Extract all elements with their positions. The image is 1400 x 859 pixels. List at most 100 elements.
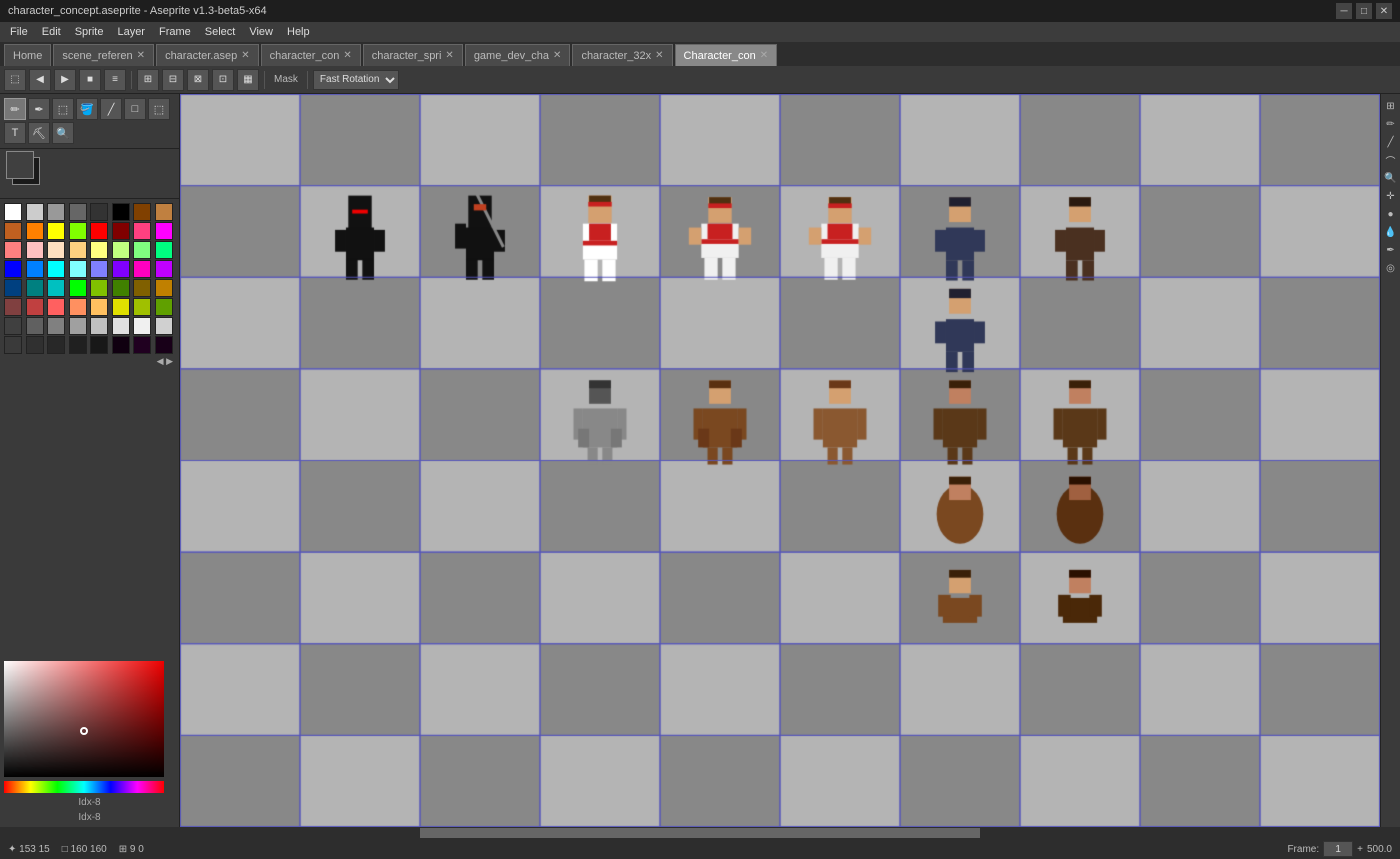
tab-char-con-close[interactable]: ✕ bbox=[343, 50, 351, 61]
palette-color-32[interactable] bbox=[4, 279, 22, 297]
palette-color-22[interactable] bbox=[133, 241, 151, 259]
palette-color-19[interactable] bbox=[69, 241, 87, 259]
right-tool-line[interactable]: ╱ bbox=[1383, 134, 1399, 150]
palette-color-24[interactable] bbox=[4, 260, 22, 278]
menu-file[interactable]: File bbox=[4, 23, 34, 41]
palette-color-10[interactable] bbox=[47, 222, 65, 240]
palette-color-12[interactable] bbox=[90, 222, 108, 240]
menu-select[interactable]: Select bbox=[199, 23, 242, 41]
tool-pick[interactable]: ⛏ bbox=[28, 122, 50, 144]
palette-color-31[interactable] bbox=[155, 260, 173, 278]
right-tool-drop[interactable]: 💧 bbox=[1383, 224, 1399, 240]
foreground-color[interactable] bbox=[6, 151, 34, 179]
tab-char-spri-close[interactable]: ✕ bbox=[445, 50, 453, 61]
palette-color-30[interactable] bbox=[133, 260, 151, 278]
palette-color-14[interactable] bbox=[133, 222, 151, 240]
menu-layer[interactable]: Layer bbox=[111, 23, 151, 41]
toolbar-sel[interactable]: ▦ bbox=[237, 69, 259, 91]
palette-color-53[interactable] bbox=[112, 317, 130, 335]
close-button[interactable]: ✕ bbox=[1376, 3, 1392, 19]
toolbar-grid4[interactable]: ⊡ bbox=[212, 69, 234, 91]
frame-plus[interactable]: + bbox=[1357, 844, 1363, 855]
palette-color-59[interactable] bbox=[69, 336, 87, 354]
right-tool-pen[interactable]: ✏ bbox=[1383, 116, 1399, 132]
tab-scene[interactable]: scene_referen✕ bbox=[53, 44, 154, 66]
palette-color-56[interactable] bbox=[4, 336, 22, 354]
tool-select[interactable]: ⬚ bbox=[148, 98, 170, 120]
palette-color-42[interactable] bbox=[47, 298, 65, 316]
tool-pencil[interactable]: ✏ bbox=[4, 98, 26, 120]
tool-fill[interactable]: 🪣 bbox=[76, 98, 98, 120]
palette-color-38[interactable] bbox=[133, 279, 151, 297]
tab-char-32x-close[interactable]: ✕ bbox=[655, 50, 663, 61]
palette-color-33[interactable] bbox=[26, 279, 44, 297]
tab-game-dev-close[interactable]: ✕ bbox=[553, 50, 561, 61]
palette-color-52[interactable] bbox=[90, 317, 108, 335]
palette-color-16[interactable] bbox=[4, 241, 22, 259]
right-tool-dot[interactable]: ● bbox=[1383, 206, 1399, 222]
right-tool-resize[interactable]: ⊞ bbox=[1383, 98, 1399, 114]
right-tool-cross[interactable]: ✛ bbox=[1383, 188, 1399, 204]
tab-char-asep[interactable]: character.asep✕ bbox=[156, 44, 259, 66]
menu-frame[interactable]: Frame bbox=[153, 23, 197, 41]
right-tool-curve[interactable]: ⌒ bbox=[1383, 152, 1399, 168]
tab-char-con[interactable]: character_con✕ bbox=[261, 44, 361, 66]
palette-color-25[interactable] bbox=[26, 260, 44, 278]
tab-char-asep-close[interactable]: ✕ bbox=[241, 50, 249, 61]
palette-color-20[interactable] bbox=[90, 241, 108, 259]
tool-rect[interactable]: □ bbox=[124, 98, 146, 120]
palette-color-3[interactable] bbox=[69, 203, 87, 221]
palette-color-57[interactable] bbox=[26, 336, 44, 354]
palette-color-17[interactable] bbox=[26, 241, 44, 259]
frame-input[interactable] bbox=[1323, 841, 1353, 857]
tool-text[interactable]: T bbox=[4, 122, 26, 144]
color-gradient[interactable] bbox=[4, 661, 164, 777]
horizontal-scrollbar[interactable] bbox=[0, 827, 1400, 839]
palette-color-23[interactable] bbox=[155, 241, 173, 259]
canvas-area[interactable] bbox=[180, 94, 1380, 827]
palette-color-40[interactable] bbox=[4, 298, 22, 316]
tab-game-dev[interactable]: game_dev_cha✕ bbox=[465, 44, 571, 66]
palette-color-26[interactable] bbox=[47, 260, 65, 278]
palette-color-37[interactable] bbox=[112, 279, 130, 297]
tab-scene-close[interactable]: ✕ bbox=[137, 50, 145, 61]
toolbar-fwd[interactable]: ▶ bbox=[54, 69, 76, 91]
toolbar-grid1[interactable]: ⊞ bbox=[137, 69, 159, 91]
palette-color-39[interactable] bbox=[155, 279, 173, 297]
palette-color-5[interactable] bbox=[112, 203, 130, 221]
palette-color-28[interactable] bbox=[90, 260, 108, 278]
palette-color-43[interactable] bbox=[69, 298, 87, 316]
palette-color-36[interactable] bbox=[90, 279, 108, 297]
toolbar-back[interactable]: ◀ bbox=[29, 69, 51, 91]
palette-color-61[interactable] bbox=[112, 336, 130, 354]
palette-color-50[interactable] bbox=[47, 317, 65, 335]
palette-color-2[interactable] bbox=[47, 203, 65, 221]
right-tool-nib[interactable]: ✒ bbox=[1383, 242, 1399, 258]
palette-color-58[interactable] bbox=[47, 336, 65, 354]
palette-color-15[interactable] bbox=[155, 222, 173, 240]
palette-color-7[interactable] bbox=[155, 203, 173, 221]
toolbar-grid2[interactable]: ⊟ bbox=[162, 69, 184, 91]
palette-color-46[interactable] bbox=[133, 298, 151, 316]
hue-bar[interactable] bbox=[4, 781, 164, 793]
sprite-canvas[interactable] bbox=[180, 94, 1380, 827]
minimize-button[interactable]: ─ bbox=[1336, 3, 1352, 19]
rotation-select[interactable]: Fast Rotation RotSprite Bilinear bbox=[313, 70, 399, 90]
menu-edit[interactable]: Edit bbox=[36, 23, 67, 41]
tool-zoom[interactable]: 🔍 bbox=[52, 122, 74, 144]
right-tool-zoom[interactable]: 🔍 bbox=[1383, 170, 1399, 186]
tab-home[interactable]: Home bbox=[4, 44, 51, 66]
palette-color-49[interactable] bbox=[26, 317, 44, 335]
palette-color-9[interactable] bbox=[26, 222, 44, 240]
palette-color-45[interactable] bbox=[112, 298, 130, 316]
palette-color-47[interactable] bbox=[155, 298, 173, 316]
palette-color-27[interactable] bbox=[69, 260, 87, 278]
palette-color-35[interactable] bbox=[69, 279, 87, 297]
palette-color-1[interactable] bbox=[26, 203, 44, 221]
palette-color-8[interactable] bbox=[4, 222, 22, 240]
palette-color-55[interactable] bbox=[155, 317, 173, 335]
menu-sprite[interactable]: Sprite bbox=[69, 23, 110, 41]
tab-character-con-close[interactable]: ✕ bbox=[760, 50, 768, 61]
toolbar-menu[interactable]: ≡ bbox=[104, 69, 126, 91]
palette-color-54[interactable] bbox=[133, 317, 151, 335]
